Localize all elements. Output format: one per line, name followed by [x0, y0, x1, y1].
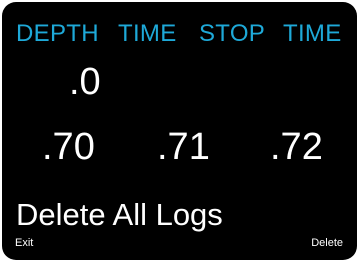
header-stop-time: TIME: [283, 20, 342, 47]
header-depth: DEPTH: [16, 20, 99, 47]
column-header-bar: DEPTH TIME STOP TIME: [2, 20, 357, 50]
header-stop: STOP: [199, 20, 266, 47]
header-time: TIME: [118, 20, 177, 47]
dive-computer-screen: DEPTH TIME STOP TIME .0 .70 .71 .72 Dele…: [2, 2, 357, 260]
delete-button[interactable]: Delete: [311, 237, 343, 250]
exit-button[interactable]: Exit: [15, 237, 33, 250]
value-1: .70: [42, 126, 95, 168]
value-2: .71: [157, 126, 210, 168]
value-3: .72: [270, 126, 323, 168]
delete-all-logs-message: Delete All Logs: [16, 197, 223, 232]
depth-value: .0: [69, 61, 101, 103]
